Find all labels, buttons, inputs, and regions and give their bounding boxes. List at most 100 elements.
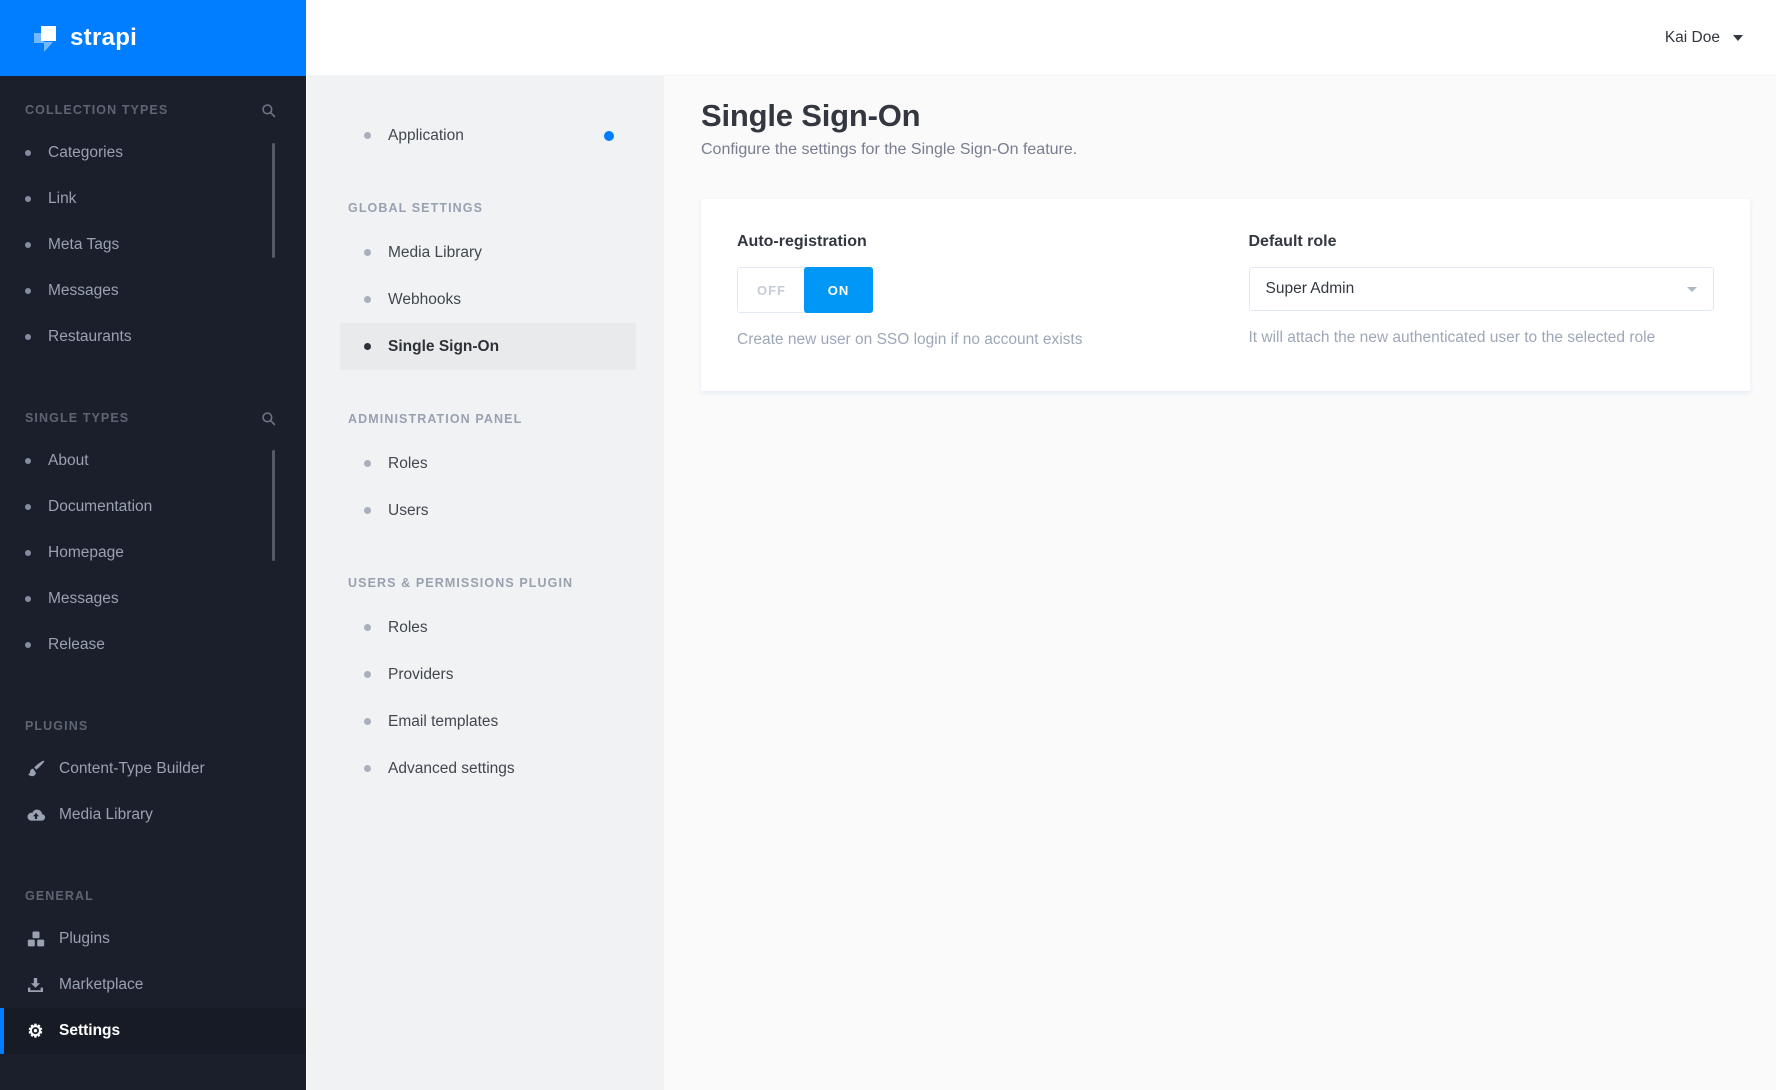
bullet-dot — [25, 196, 31, 202]
main-content: Single Sign-On Configure the settings fo… — [664, 76, 1776, 1090]
menu-section-collection-types: COLLECTION TYPES Categories Link Meta Tags M… — [0, 102, 306, 360]
default-role-value: Super Admin — [1265, 280, 1355, 297]
settings-nav-item-label: Advanced settings — [388, 759, 515, 777]
sidebar-item-homepage[interactable]: Homepage — [0, 530, 306, 576]
toggle-off-button[interactable]: OFF — [738, 268, 805, 312]
auto-registration-toggle: OFF ON — [737, 267, 873, 313]
bullet-dot — [25, 642, 31, 648]
settings-nav-item-label: Roles — [388, 618, 428, 636]
menu-section-header: SINGLE TYPES — [0, 410, 306, 426]
menu-section-header: GENERAL — [0, 888, 306, 904]
sidebar-item-label: Release — [48, 636, 105, 653]
sidebar-item-release[interactable]: Release — [0, 622, 306, 668]
sidebar-item-messages[interactable]: Messages — [0, 576, 306, 622]
default-role-helper: It will attach the new authenticated use… — [1248, 329, 1656, 346]
settings-nav-item-email-templates[interactable]: Email templates — [340, 698, 636, 745]
paint-brush-icon — [25, 760, 46, 778]
bullet-dot — [25, 150, 31, 156]
main-sidebar-sections: COLLECTION TYPES Categories Link Meta Tags M… — [0, 76, 306, 1090]
sidebar-item-label: Media Library — [59, 806, 153, 823]
auto-registration-helper: Create new user on SSO login if no accou… — [737, 331, 1083, 348]
sidebar-item-meta-tags[interactable]: Meta Tags — [0, 222, 306, 268]
main-sidebar: strapi COLLECTION TYPES Categories Link Met… — [0, 0, 306, 1090]
sidebar-item-label: Marketplace — [59, 976, 144, 993]
settings-nav-item-roles[interactable]: Roles — [340, 440, 636, 487]
sidebar-item-label: Content-Type Builder — [59, 760, 205, 777]
page-subtitle: Configure the settings for the Single Si… — [701, 141, 1078, 158]
bullet-dot — [25, 504, 31, 510]
settings-nav-item-providers[interactable]: Providers — [340, 651, 636, 698]
sidebar-item-link[interactable]: Link — [0, 176, 306, 222]
auto-registration-field: Auto-registration OFF ON Create new user… — [737, 233, 1203, 349]
auto-registration-label: Auto-registration — [737, 233, 867, 250]
settings-nav-item-application[interactable]: Application — [340, 112, 636, 159]
sidebar-item-label: Messages — [48, 590, 119, 607]
topbar: Kai Doe — [306, 0, 1776, 76]
sidebar-item-label: Documentation — [48, 498, 153, 515]
settings-nav-item-webhooks[interactable]: Webhooks — [340, 276, 636, 323]
bullet-dot — [364, 718, 371, 725]
sidebar-item-plugins[interactable]: Plugins — [0, 916, 306, 962]
bullet-dot — [364, 460, 371, 467]
default-role-select[interactable]: Super Admin — [1248, 267, 1714, 311]
settings-nav-item-label: Single Sign-On — [388, 337, 500, 355]
scrollbar-thumb[interactable] — [272, 143, 275, 258]
bullet-dot — [25, 288, 31, 294]
menu-section-general: GENERAL Plugins Marketplace ⚙ Settings — [0, 888, 306, 1054]
right-area: Kai Doe Application GLOBAL SETTINGS Media … — [306, 0, 1776, 1090]
settings-nav-item-label: Users — [388, 501, 429, 519]
download-icon — [25, 977, 46, 993]
sidebar-item-label: Meta Tags — [48, 236, 120, 253]
content-row: Application GLOBAL SETTINGS Media Library W… — [306, 76, 1776, 1090]
sidebar-item-content-type-builder[interactable]: Content-Type Builder — [0, 746, 306, 792]
bullet-dot — [25, 242, 31, 248]
bullet-dot — [25, 550, 31, 556]
search-icon[interactable] — [261, 103, 276, 118]
sidebar-item-media-library[interactable]: Media Library — [0, 792, 306, 838]
settings-nav-item-label: Media Library — [388, 243, 482, 261]
chevron-down-icon — [1687, 286, 1697, 292]
strapi-logo-icon — [32, 24, 58, 53]
app-root: strapi COLLECTION TYPES Categories Link Met… — [0, 0, 1776, 1090]
settings-nav-item-label: Email templates — [388, 712, 499, 730]
settings-nav-item-label: Roles — [388, 454, 428, 472]
bullet-dot — [364, 765, 371, 772]
user-menu[interactable]: Kai Doe — [1665, 29, 1743, 47]
settings-nav-item-media-library[interactable]: Media Library — [340, 229, 636, 276]
chevron-down-icon — [1733, 34, 1743, 41]
default-role-label: Default role — [1248, 233, 1337, 250]
notification-dot — [604, 130, 614, 141]
sidebar-item-messages[interactable]: Messages — [0, 268, 306, 314]
sidebar-item-documentation[interactable]: Documentation — [0, 484, 306, 530]
search-icon[interactable] — [261, 411, 276, 426]
sso-settings-card: Auto-registration OFF ON Create new user… — [701, 199, 1750, 391]
menu-section-header: PLUGINS — [0, 718, 306, 734]
bullet-dot — [25, 334, 31, 340]
sidebar-item-settings[interactable]: ⚙ Settings — [0, 1008, 306, 1054]
menu-section-single-types: SINGLE TYPES About Documentation Homepage Me… — [0, 410, 306, 668]
default-role-field: Default role Super Admin It will attach … — [1248, 233, 1714, 349]
brand-name: strapi — [70, 24, 138, 51]
sidebar-item-restaurants[interactable]: Restaurants — [0, 314, 306, 360]
bullet-dot — [25, 596, 31, 602]
menu-section-label: COLLECTION TYPES — [25, 103, 169, 117]
toggle-on-button[interactable]: ON — [804, 267, 873, 313]
bullet-dot — [364, 296, 371, 303]
sidebar-item-categories[interactable]: Categories — [0, 130, 306, 176]
sidebar-item-marketplace[interactable]: Marketplace — [0, 962, 306, 1008]
sidebar-item-label: About — [48, 452, 89, 469]
bullet-dot — [25, 458, 31, 464]
sidebar-item-about[interactable]: About — [0, 438, 306, 484]
settings-nav-item-users[interactable]: Users — [340, 487, 636, 534]
bullet-dot — [364, 132, 371, 139]
cloud-upload-icon — [25, 808, 46, 823]
brand-header[interactable]: strapi — [0, 0, 306, 76]
settings-nav-item-single-sign-on[interactable]: Single Sign-On — [340, 323, 636, 370]
settings-nav-section-label: USERS & PERMISSIONS PLUGIN — [348, 576, 574, 590]
settings-nav-item-roles[interactable]: Roles — [340, 604, 636, 651]
scrollbar-thumb[interactable] — [272, 450, 275, 561]
settings-nav-section-label: GLOBAL SETTINGS — [348, 201, 484, 215]
settings-nav: Application GLOBAL SETTINGS Media Library W… — [306, 76, 664, 1090]
sidebar-item-label: Restaurants — [48, 328, 132, 345]
settings-nav-item-advanced-settings[interactable]: Advanced settings — [340, 745, 636, 792]
